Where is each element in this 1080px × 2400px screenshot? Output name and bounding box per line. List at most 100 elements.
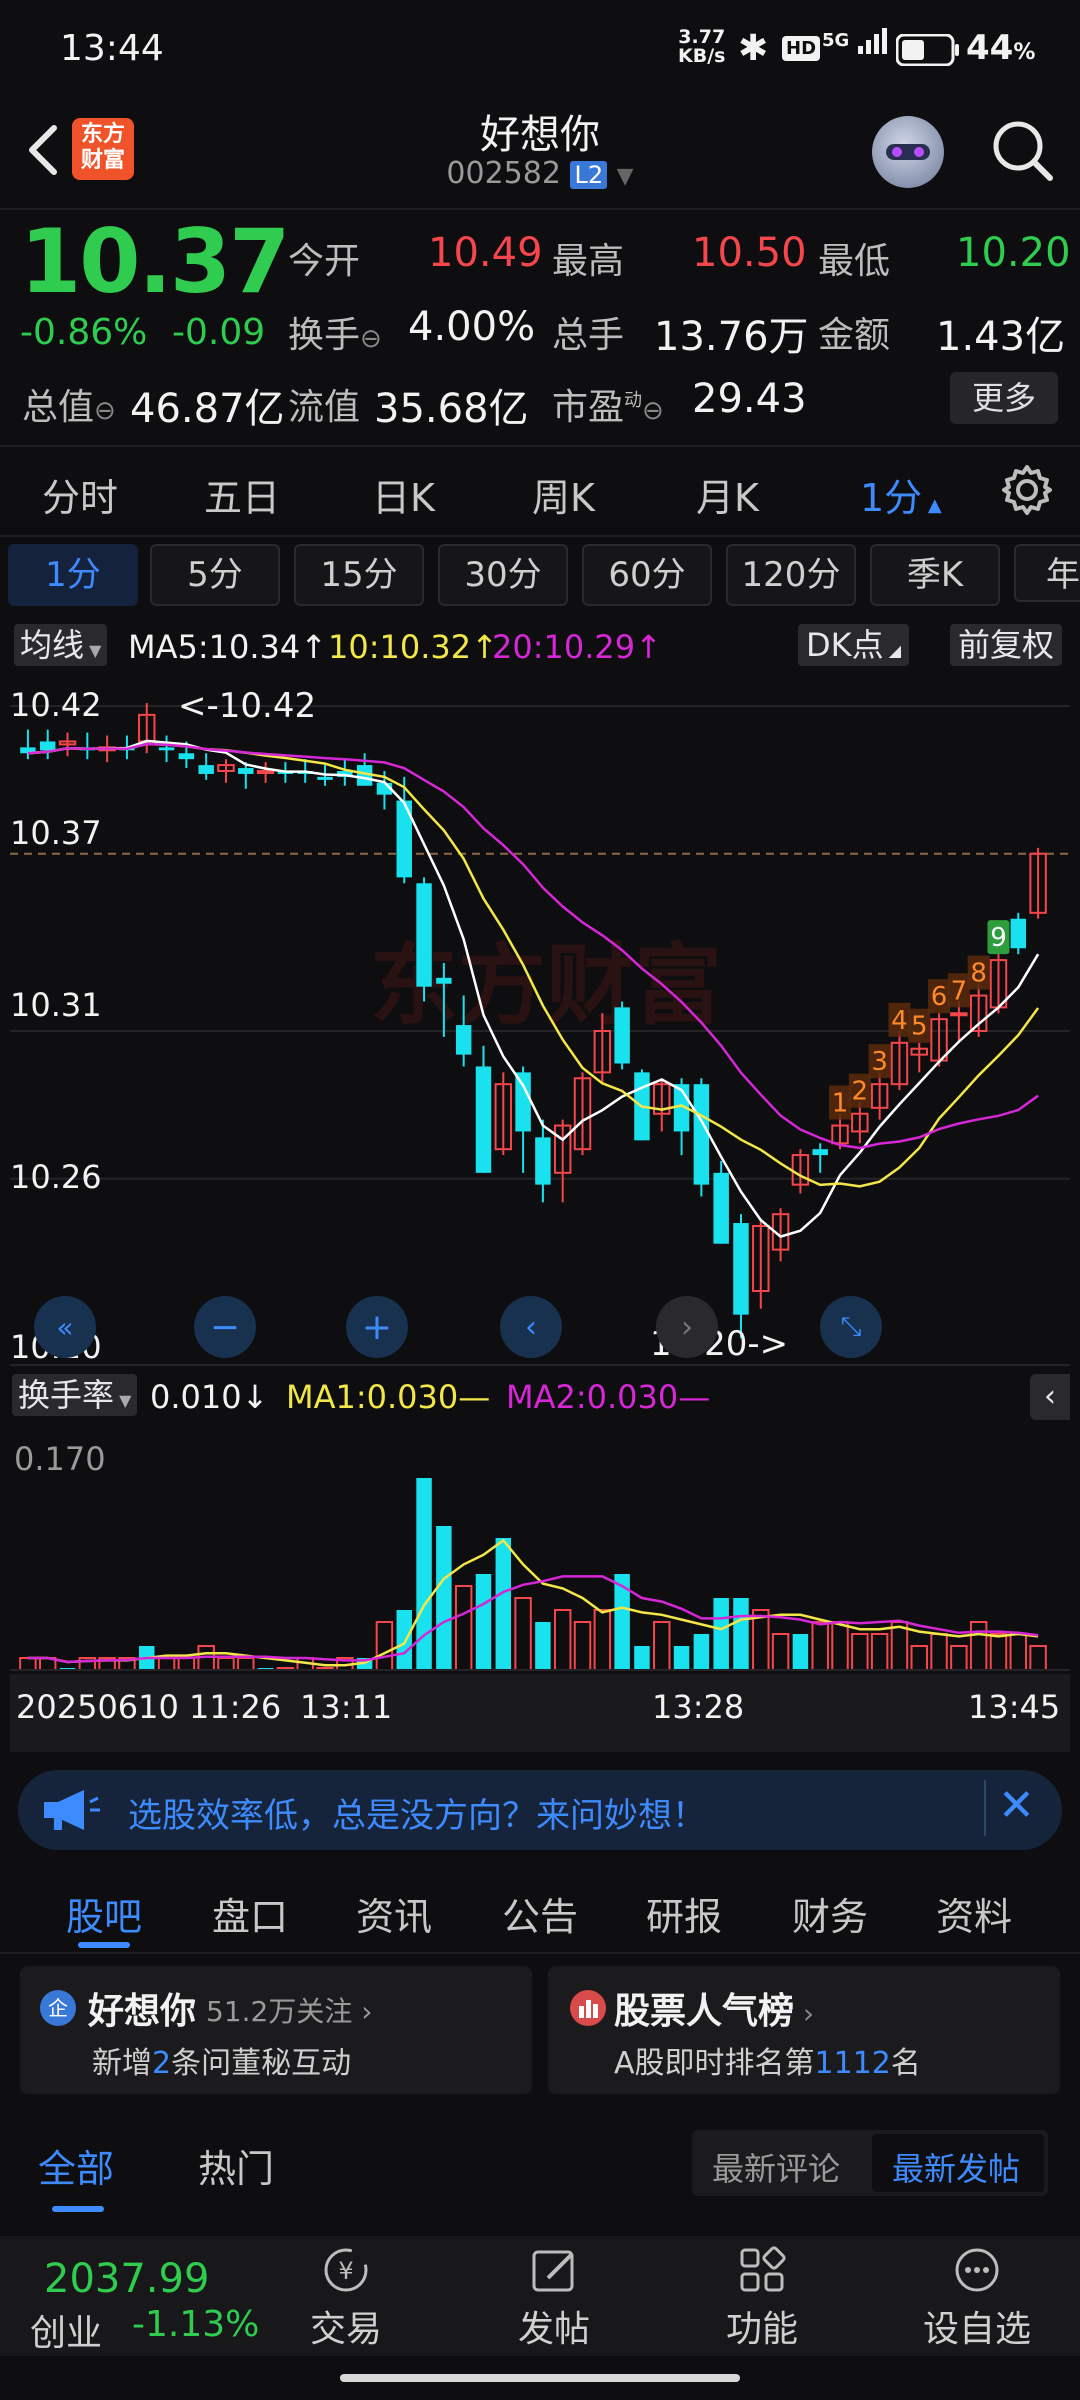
candle [317,776,333,780]
candle [436,977,452,984]
popularity-rank-card[interactable]: 股票人气榜 › A股即时排名第1112名 [548,1966,1060,2094]
turnover-bar [870,1633,889,1671]
tab-minute[interactable]: 1分 ▲ [860,467,942,522]
tab-daily-k[interactable]: 日K [372,467,435,522]
turnover-bar [792,1634,809,1670]
edit-icon [532,2250,574,2292]
net-speed: 3.77 KB/s [678,26,726,67]
search-icon[interactable] [988,116,1058,190]
post-filter-tabs: 全部 热门 最新评论 最新发帖 [0,2120,1080,2220]
tab-all-posts[interactable]: 全部 [38,2138,114,2193]
turnover-bar [514,1597,532,1671]
tab-five-day[interactable]: 五日 [204,467,280,522]
tab-weekly-k[interactable]: 周K [532,467,595,522]
ai-assistant-robot-icon[interactable] [872,116,944,188]
open-label: 今开 [288,241,361,282]
trade-button[interactable]: ¥ 交易 [306,2246,386,2352]
hd-icon: HD [782,36,821,61]
tab-profile[interactable]: 资料 [936,1886,1012,1941]
turnover-bar [217,1657,235,1671]
tab-monthly-k[interactable]: 月K [696,467,759,522]
td-count-label: 9 [990,923,1007,953]
td-count-label: 6 [931,982,948,1012]
turnover-chart[interactable]: 0.170 [10,1424,1070,1674]
zoom-out-icon[interactable]: − [194,1296,256,1358]
turnover-bar [693,1634,710,1670]
fullscreen-icon[interactable]: ⤡ [820,1296,882,1358]
turnover-bar [771,1633,790,1671]
float-cap-label: 流值 [288,387,361,428]
interval-year-k[interactable]: 年 [1014,544,1080,602]
open-value: 10.49 [428,230,543,276]
pe-label: 市盈动⊖ [552,387,664,428]
candle [713,1172,729,1244]
tab-research[interactable]: 研报 [646,1886,722,1941]
post-button[interactable]: 发帖 [514,2246,594,2352]
turnover-bar [1009,1633,1028,1671]
interval-5min[interactable]: 5分 [150,544,280,606]
turnover-y-tick: 0.170 [14,1440,106,1478]
interval-30min[interactable]: 30分 [438,544,568,606]
turnover-label: 换手⊖ [288,315,382,356]
more-button[interactable]: 更多 [950,372,1058,424]
collapse-panel-icon[interactable]: ‹ [1030,1374,1070,1420]
more-circle-icon [955,2248,999,2292]
level2-badge: L2 [570,161,608,189]
interval-15min[interactable]: 15分 [294,544,424,606]
stock-code: 002582 [446,156,561,191]
interval-quarter-k[interactable]: 季K [870,544,1000,606]
sort-latest-post[interactable]: 最新发帖 [892,2144,1020,2190]
interval-120min[interactable]: 120分 [726,544,856,606]
tab-order-book[interactable]: 盘口 [212,1886,288,1941]
close-banner-icon[interactable]: ✕ [998,1780,1035,1831]
divider [0,535,1080,537]
tab-guba[interactable]: 股吧 [66,1886,142,1941]
scroll-right-icon[interactable]: › [656,1296,718,1358]
turnover-bar [157,1657,176,1671]
banner-text: 选股效率低，总是没方向？来问妙想！ [128,1796,706,1836]
tab-hot-posts[interactable]: 热门 [198,2138,274,2193]
interval-1min[interactable]: 1分 [8,544,138,606]
turnover-bar [969,1621,988,1671]
ai-promo-banner[interactable]: 选股效率低，总是没方向？来问妙想！ ✕ [18,1770,1062,1850]
turnover-bar [950,1645,968,1671]
td-count-label: 5 [911,1012,928,1042]
turnover-bar [673,1646,690,1670]
ma-selector[interactable]: 均线 ▼ [14,624,108,666]
turnover-bar [436,1526,452,1670]
functions-button[interactable]: 功能 [722,2246,802,2352]
settings-gear-icon[interactable] [1000,463,1054,521]
index-name: 创业 [30,2313,103,2354]
scroll-left-icon[interactable]: ‹ [500,1296,562,1358]
turnover-bar [19,1657,37,1671]
turnover-bar [713,1598,729,1670]
turnover-svg [10,1478,1070,1671]
adjust-selector[interactable]: 前复权 [950,624,1063,666]
float-cap-value: 35.68亿 [374,386,529,432]
tab-intraday[interactable]: 分时 [42,467,118,522]
candle [256,770,275,774]
zoom-in-icon[interactable]: + [346,1296,408,1358]
dk-point-toggle[interactable]: DK点 ◢ [798,624,910,666]
ranking-icon [570,1990,606,2026]
tab-announcements[interactable]: 公告 [502,1886,578,1941]
sub-indicator-selector[interactable]: 换手率 ▼ [12,1374,138,1416]
amount-label: 金额 [818,315,891,356]
turnover-bar [573,1621,592,1671]
ma5-value: MA5:10.34↑ [128,628,328,666]
sub-ma2: MA2:0.030— [506,1378,711,1416]
turnover-bar [553,1609,572,1671]
turnover-bar [495,1538,512,1670]
tab-news[interactable]: 资讯 [356,1886,432,1941]
add-watchlist-button[interactable]: 设自选 [912,2246,1042,2352]
scroll-left-fast-icon[interactable]: « [34,1296,96,1358]
kline-chart[interactable]: 东方财富 123456789 10.42 10.37 10.31 10.26 1… [10,676,1070,1366]
sort-latest-comment[interactable]: 最新评论 [712,2144,840,2190]
interval-60min[interactable]: 60分 [582,544,712,606]
tab-finance[interactable]: 财务 [792,1886,868,1941]
turnover-bar [634,1646,650,1670]
market-cap-label: 总值⊖ [22,387,116,428]
stock-forum-card[interactable]: 企 好想你 51.2万关注 › 新增2条问董秘互动 [20,1966,532,2094]
td-count-label: 3 [871,1047,888,1077]
td-count-label: 8 [970,959,987,989]
